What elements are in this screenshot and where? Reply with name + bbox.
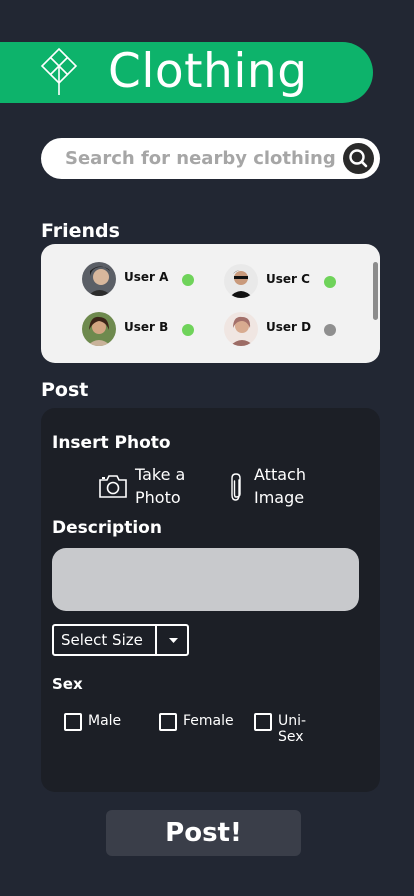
size-select-value: Select Size (61, 631, 143, 649)
description-field[interactable] (52, 548, 359, 611)
offline-status-indicator (324, 324, 336, 336)
app-header: Clothing (0, 42, 373, 103)
attach-image-label: Attach Image (254, 465, 306, 507)
caret-down-icon[interactable] (160, 626, 187, 654)
post-button[interactable]: Post! (106, 810, 301, 856)
friend-name: User B (124, 320, 169, 334)
avatar (82, 262, 116, 296)
unisex-checkbox[interactable] (254, 713, 272, 731)
attach-image-button[interactable]: Attach Image (228, 463, 338, 511)
friends-scrollbar[interactable] (373, 262, 378, 320)
take-photo-button[interactable]: Take a Photo (98, 463, 208, 511)
friend-user-d[interactable]: User D (224, 312, 364, 348)
size-select-divider (155, 626, 157, 654)
friend-user-b[interactable]: User B (82, 312, 222, 348)
unisex-label: Uni-Sex (278, 713, 307, 745)
avatar (224, 312, 258, 346)
online-status-indicator (182, 324, 194, 336)
female-label: Female (183, 713, 234, 729)
friend-name: User A (124, 270, 169, 284)
search-input[interactable] (41, 138, 341, 179)
friends-heading: Friends (41, 220, 120, 242)
description-label: Description (52, 518, 162, 538)
post-form: Insert Photo Take a Photo Attach Image D… (41, 408, 380, 792)
size-select[interactable]: Select Size (52, 624, 189, 656)
avatar (224, 264, 258, 298)
friend-user-c[interactable]: User C (224, 264, 364, 300)
friend-user-a[interactable]: User A (82, 262, 222, 298)
friend-name: User D (266, 320, 312, 334)
friends-list: User A User C User B User D (41, 244, 380, 363)
male-label: Male (88, 713, 122, 729)
take-photo-label: Take a Photo (135, 465, 186, 507)
insert-photo-label: Insert Photo (52, 433, 171, 453)
avatar (82, 312, 116, 346)
online-status-indicator (182, 274, 194, 286)
post-heading: Post (41, 379, 89, 401)
friend-name: User C (266, 272, 310, 286)
female-checkbox[interactable] (159, 713, 177, 731)
search-button[interactable] (343, 143, 374, 174)
sex-label: Sex (52, 675, 83, 693)
camera-icon (99, 475, 127, 498)
leaf-diamond-icon (40, 47, 78, 95)
search-bar (41, 138, 380, 179)
search-icon (349, 149, 368, 168)
app-title: Clothing (108, 44, 308, 99)
online-status-indicator (324, 276, 336, 288)
male-checkbox[interactable] (64, 713, 82, 731)
paperclip-icon (231, 473, 241, 501)
